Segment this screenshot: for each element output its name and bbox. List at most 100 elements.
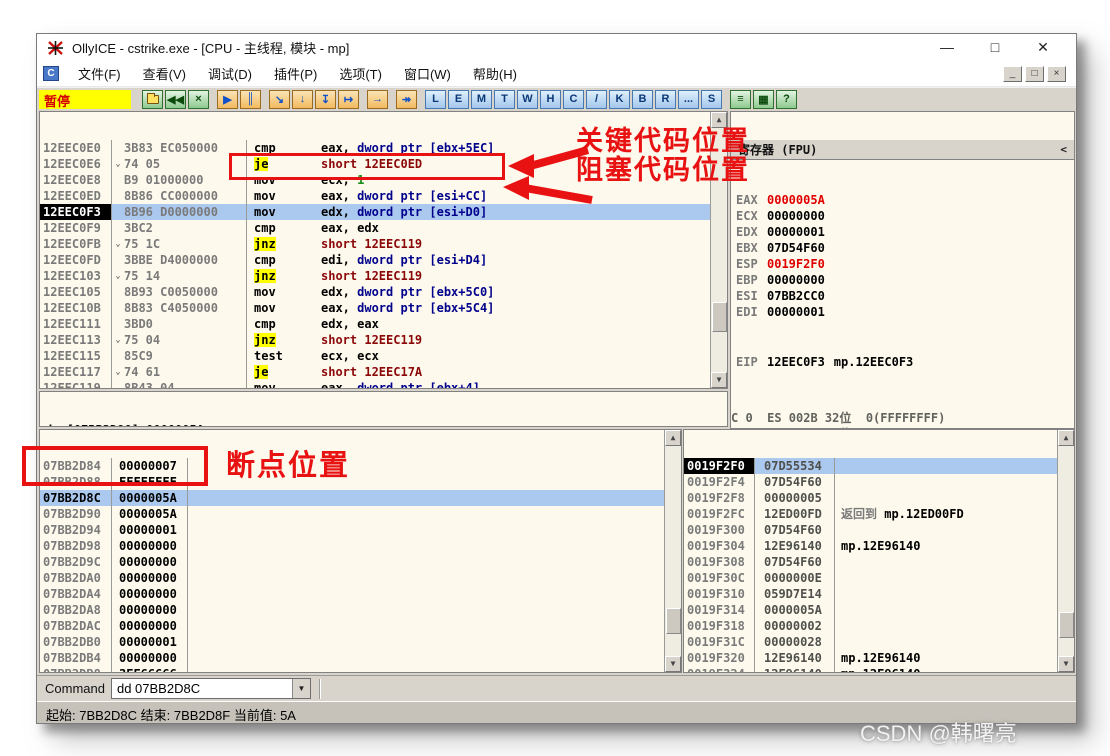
- disasm-row[interactable]: 12EEC1058B93 C0050000movedx, dword ptr […: [40, 284, 727, 300]
- stack-row[interactable]: 0019F2F007D55534: [684, 458, 1074, 474]
- close-process-button[interactable]: ×: [188, 90, 209, 109]
- trace-over-button[interactable]: ↦: [338, 90, 359, 109]
- register-row[interactable]: EDX00000001: [731, 224, 1074, 240]
- cpu-button[interactable]: C: [563, 90, 584, 109]
- scroll-up-icon[interactable]: ▲: [665, 430, 681, 446]
- restart-button[interactable]: ◀◀: [165, 90, 186, 109]
- disasm-row[interactable]: 12EEC113⌄75 04jnzshort 12EEC119: [40, 332, 727, 348]
- menu-item-D[interactable]: 调试(D): [197, 61, 263, 86]
- stack-row[interactable]: 0019F32012E96140mp.12E96140: [684, 650, 1074, 666]
- stack-row[interactable]: 0019F30412E96140mp.12E96140: [684, 538, 1074, 554]
- dump-row[interactable]: 07BB2DA400000000: [40, 586, 681, 602]
- disasm-row[interactable]: 12EEC1198B43 04moveax, dword ptr [ebx+4]: [40, 380, 727, 389]
- register-row[interactable]: EDI00000001: [731, 304, 1074, 320]
- execute-till-return-button[interactable]: →: [367, 90, 388, 109]
- stack-row[interactable]: 0019F2F800000005: [684, 490, 1074, 506]
- chevron-down-icon[interactable]: ▼: [292, 679, 310, 698]
- disasm-row[interactable]: 12EEC0E6⌄74 05jeshort 12EEC0ED: [40, 156, 727, 172]
- breakpoints-button[interactable]: B: [632, 90, 653, 109]
- pause-button[interactable]: ║: [240, 90, 261, 109]
- menu-item-V[interactable]: 查看(V): [132, 61, 197, 86]
- stack-row[interactable]: 0019F3140000005A: [684, 602, 1074, 618]
- stack-row[interactable]: 0019F30007D54F60: [684, 522, 1074, 538]
- command-value[interactable]: dd 07BB2D8C: [112, 679, 292, 698]
- stack-row[interactable]: 0019F32412E96140mp.12E96140: [684, 666, 1074, 673]
- mdi-restore-icon[interactable]: □: [1025, 66, 1044, 82]
- disasm-row[interactable]: 12EEC0E8B9 01000000movecx, 1: [40, 172, 727, 188]
- dump-row[interactable]: 07BB2D88FFFFFFFF: [40, 474, 681, 490]
- stack-row[interactable]: 0019F2F407D54F60: [684, 474, 1074, 490]
- disasm-row[interactable]: 12EEC103⌄75 14jnzshort 12EEC119: [40, 268, 727, 284]
- disasm-row[interactable]: 12EEC0FD3BBE D4000000cmpedi, dword ptr […: [40, 252, 727, 268]
- memory-dump-pane[interactable]: 07BB2D840000000707BB2D88FFFFFFFF07BB2D8C…: [39, 429, 682, 673]
- disasm-row[interactable]: 12EEC1113BD0cmpedx, eax: [40, 316, 727, 332]
- scroll-down-icon[interactable]: ▼: [1058, 656, 1074, 672]
- dump-row[interactable]: 07BB2DAC00000000: [40, 618, 681, 634]
- menu-item-W[interactable]: 窗口(W): [393, 61, 462, 86]
- disasm-row[interactable]: 12EEC0ED8B86 CC000000moveax, dword ptr […: [40, 188, 727, 204]
- dump-row[interactable]: 07BB2D9C00000000: [40, 554, 681, 570]
- handles-button[interactable]: H: [540, 90, 561, 109]
- step-into-button[interactable]: ↘: [269, 90, 290, 109]
- scroll-up-icon[interactable]: ▲: [711, 112, 727, 128]
- menu-item-T[interactable]: 选项(T): [328, 61, 393, 86]
- mdi-close-icon[interactable]: ×: [1047, 66, 1066, 82]
- call-stack-button[interactable]: K: [609, 90, 630, 109]
- threads-button[interactable]: T: [494, 90, 515, 109]
- mdi-minimize-icon[interactable]: _: [1003, 66, 1022, 82]
- appearance-button[interactable]: ▦: [753, 90, 774, 109]
- trace-into-button[interactable]: ↧: [315, 90, 336, 109]
- memory-map-button[interactable]: M: [471, 90, 492, 109]
- dump-scrollbar[interactable]: ▲ ▼: [664, 430, 681, 672]
- disasm-row[interactable]: 12EEC0E03B83 EC050000cmpeax, dword ptr […: [40, 140, 727, 156]
- register-row[interactable]: EBP00000000: [731, 272, 1074, 288]
- dump-row[interactable]: 07BB2D9400000001: [40, 522, 681, 538]
- go-to-address-button[interactable]: ↠: [396, 90, 417, 109]
- dump-row[interactable]: 07BB2DB83EE66666: [40, 666, 681, 673]
- disasm-row[interactable]: 12EEC11585C9testecx, ecx: [40, 348, 727, 364]
- log-window-button[interactable]: L: [425, 90, 446, 109]
- disassembly-pane[interactable]: 12EEC0E03B83 EC050000cmpeax, dword ptr […: [39, 111, 728, 389]
- register-row[interactable]: ECX00000000: [731, 208, 1074, 224]
- scrollbar-thumb[interactable]: [1059, 612, 1074, 638]
- executables-button[interactable]: E: [448, 90, 469, 109]
- stack-row[interactable]: 0019F30C0000000E: [684, 570, 1074, 586]
- stack-scrollbar[interactable]: ▲ ▼: [1057, 430, 1074, 672]
- help-button[interactable]: ?: [776, 90, 797, 109]
- dump-row[interactable]: 07BB2D8400000007: [40, 458, 681, 474]
- disasm-row[interactable]: 12EEC0F93BC2cmpeax, edx: [40, 220, 727, 236]
- close-icon[interactable]: ✕: [1034, 39, 1052, 56]
- stack-row[interactable]: 0019F31C00000028: [684, 634, 1074, 650]
- maximize-icon[interactable]: □: [986, 39, 1004, 56]
- windows-button[interactable]: W: [517, 90, 538, 109]
- register-row[interactable]: EBX07D54F60: [731, 240, 1074, 256]
- dump-row[interactable]: 07BB2DB000000001: [40, 634, 681, 650]
- register-row[interactable]: ESP0019F2F0: [731, 256, 1074, 272]
- dump-row[interactable]: 07BB2D8C0000005A: [40, 490, 681, 506]
- disasm-row[interactable]: 12EEC117⌄74 61jeshort 12EEC17A: [40, 364, 727, 380]
- disasm-row[interactable]: 12EEC0FB⌄75 1Cjnzshort 12EEC119: [40, 236, 727, 252]
- references-button[interactable]: R: [655, 90, 676, 109]
- dump-row[interactable]: 07BB2DA000000000: [40, 570, 681, 586]
- stack-row[interactable]: 0019F2FC12ED00FD返回到 mp.12ED00FD: [684, 506, 1074, 522]
- minimize-icon[interactable]: —: [938, 39, 956, 56]
- run-button[interactable]: ▶: [217, 90, 238, 109]
- dump-row[interactable]: 07BB2DA800000000: [40, 602, 681, 618]
- stack-row[interactable]: 0019F31800000002: [684, 618, 1074, 634]
- disassembly-scrollbar[interactable]: ▲ ▼: [710, 112, 727, 388]
- disasm-row[interactable]: 12EEC0F38B96 D0000000movedx, dword ptr […: [40, 204, 727, 220]
- stack-row[interactable]: 0019F30807D54F60: [684, 554, 1074, 570]
- collapse-icon[interactable]: <: [1060, 143, 1067, 156]
- tools-button[interactable]: ≡: [730, 90, 751, 109]
- patches-button[interactable]: /: [586, 90, 607, 109]
- register-row[interactable]: EAX0000005A: [731, 192, 1074, 208]
- menu-item-H[interactable]: 帮助(H): [462, 61, 528, 86]
- run-trace-button[interactable]: ...: [678, 90, 699, 109]
- dump-row[interactable]: 07BB2D9800000000: [40, 538, 681, 554]
- scroll-down-icon[interactable]: ▼: [711, 372, 727, 388]
- open-file-button[interactable]: [142, 90, 163, 109]
- eip-row[interactable]: EIP12EEC0F3mp.12EEC0F3: [731, 354, 1074, 370]
- command-input[interactable]: dd 07BB2D8C ▼: [111, 678, 311, 699]
- flag-row[interactable]: C 0 ES 002B 32位 0(FFFFFFFF): [731, 410, 1074, 426]
- menu-item-F[interactable]: 文件(F): [67, 61, 132, 86]
